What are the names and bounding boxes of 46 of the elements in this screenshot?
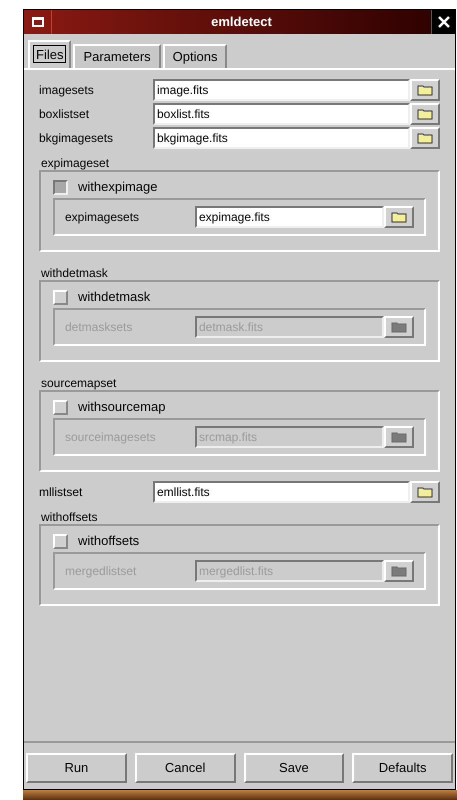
browse-button[interactable] <box>384 206 414 228</box>
text-field[interactable]: boxlist.fits <box>153 103 410 125</box>
group-title: expimageset <box>41 156 110 170</box>
checkbox-label: withsourcemap <box>78 398 166 416</box>
folder-icon <box>391 211 407 223</box>
folder-icon <box>391 565 407 577</box>
checkbox-label: withdetmask <box>78 288 150 306</box>
dialog-button[interactable]: Save <box>244 753 344 783</box>
field-label: boxlistset <box>39 106 90 123</box>
folder-icon <box>417 84 433 96</box>
field-label: bkgimagesets <box>39 130 114 147</box>
dialog-button[interactable]: Run <box>26 753 127 783</box>
window-icon <box>32 17 44 27</box>
folder-icon <box>417 108 433 120</box>
tab[interactable]: Options <box>162 44 228 68</box>
browse-button[interactable] <box>410 127 440 149</box>
browse-button[interactable] <box>384 316 414 338</box>
browse-button[interactable] <box>410 481 440 503</box>
group-title: sourcemapset <box>41 376 118 390</box>
browse-button[interactable] <box>410 103 440 125</box>
folder-icon <box>417 132 433 144</box>
close-button[interactable] <box>431 10 455 34</box>
field-label: imagesets <box>39 82 95 99</box>
folder-icon <box>391 321 407 333</box>
browse-button[interactable] <box>384 426 414 448</box>
group-title: withdetmask <box>41 266 109 280</box>
browse-button[interactable] <box>410 79 440 101</box>
text-field[interactable]: emllist.fits <box>153 481 410 503</box>
checkbox-label: withexpimage <box>78 178 158 196</box>
checkbox[interactable] <box>53 180 68 194</box>
dialog-button[interactable]: Cancel <box>134 753 236 783</box>
field-label: expimagesets <box>65 209 140 226</box>
field-label: mllistset <box>39 484 84 501</box>
text-field[interactable]: bkgimage.fits <box>153 127 410 149</box>
browse-button[interactable] <box>384 560 414 582</box>
folder-icon <box>391 431 407 443</box>
window-title: emldetect <box>210 13 273 32</box>
group-title: withoffsets <box>41 510 98 524</box>
tab[interactable]: Files <box>28 40 72 68</box>
close-icon <box>438 16 450 28</box>
text-field[interactable]: expimage.fits <box>195 206 384 228</box>
folder-icon <box>417 486 433 498</box>
dialog-button[interactable]: Defaults <box>352 753 453 783</box>
checkbox-label: withoffsets <box>78 532 140 550</box>
text-field[interactable]: image.fits <box>153 79 410 101</box>
tab[interactable]: Parameters <box>73 44 161 68</box>
